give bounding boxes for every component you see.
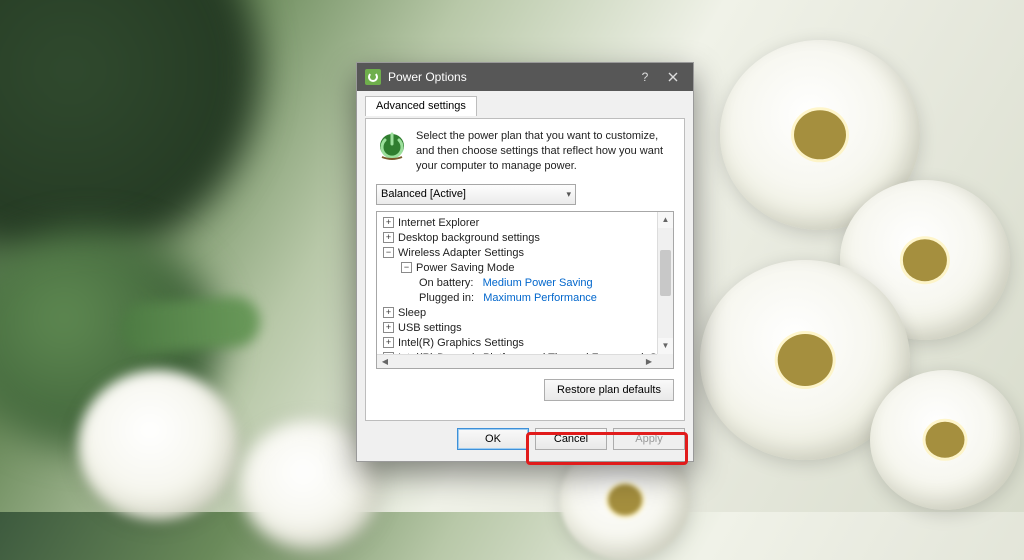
tab-panel: Select the power plan that you want to c… (365, 118, 685, 421)
expand-icon[interactable]: + (383, 217, 394, 228)
expand-icon[interactable]: + (383, 307, 394, 318)
scroll-down-icon[interactable]: ▼ (658, 338, 673, 354)
scroll-up-icon[interactable]: ▲ (658, 212, 673, 228)
expand-icon[interactable]: + (383, 337, 394, 348)
scrollbar-corner (657, 354, 673, 368)
close-icon (668, 72, 678, 82)
plugged-in-value[interactable]: Maximum Performance (483, 292, 597, 304)
setting-label: Plugged in: (419, 292, 474, 304)
scroll-right-icon[interactable]: ▶ (641, 355, 657, 368)
background-blur (0, 0, 260, 260)
power-plan-select[interactable]: Balanced [Active] ▾ (376, 184, 576, 205)
collapse-icon[interactable]: − (383, 247, 394, 258)
intro-row: Select the power plan that you want to c… (376, 129, 674, 174)
help-button[interactable]: ? (631, 63, 659, 91)
expand-icon[interactable]: + (383, 232, 394, 243)
tree-item[interactable]: Desktop background settings (398, 232, 540, 244)
expand-icon[interactable]: + (383, 322, 394, 333)
chevron-down-icon: ▾ (566, 189, 571, 200)
tree-item[interactable]: Sleep (398, 307, 426, 319)
scrollbar-thumb[interactable] (660, 250, 671, 296)
dialog-title: Power Options (388, 70, 467, 84)
scroll-left-icon[interactable]: ◀ (377, 355, 393, 368)
close-button[interactable] (659, 63, 687, 91)
setting-label: On battery: (419, 277, 473, 289)
horizontal-scrollbar[interactable]: ◀ ▶ (377, 354, 657, 368)
settings-tree: + Internet Explorer + Desktop background s… (376, 211, 674, 369)
tree-item[interactable]: Power Saving Mode (416, 262, 514, 274)
ok-button[interactable]: OK (457, 428, 529, 450)
dialog-body: Advanced settings Select the power plan … (357, 91, 693, 461)
tree-item[interactable]: Intel(R) Graphics Settings (398, 337, 524, 349)
background-flower (78, 370, 238, 520)
on-battery-value[interactable]: Medium Power Saving (483, 277, 593, 289)
power-options-icon (365, 69, 381, 85)
dialog-button-row: OK Cancel Apply (365, 425, 685, 453)
restore-plan-defaults-button[interactable]: Restore plan defaults (544, 379, 674, 401)
vertical-scrollbar[interactable]: ▲ ▼ (657, 212, 673, 354)
power-plan-icon (376, 129, 408, 161)
tree-item[interactable]: Wireless Adapter Settings (398, 247, 524, 259)
tab-advanced-settings[interactable]: Advanced settings (365, 96, 477, 116)
collapse-icon[interactable]: − (401, 262, 412, 273)
background-flower (870, 370, 1020, 510)
titlebar[interactable]: Power Options ? (357, 63, 693, 91)
power-plan-selected: Balanced [Active] (381, 188, 466, 200)
tree-item[interactable]: Internet Explorer (398, 217, 479, 229)
background-leaf (118, 295, 261, 355)
apply-button: Apply (613, 428, 685, 450)
intro-text: Select the power plan that you want to c… (416, 129, 674, 174)
cancel-button[interactable]: Cancel (535, 428, 607, 450)
tabstrip: Advanced settings (357, 91, 693, 115)
power-options-dialog: Power Options ? Advanced settings Sele (356, 62, 694, 462)
tree-item[interactable]: USB settings (398, 322, 462, 334)
